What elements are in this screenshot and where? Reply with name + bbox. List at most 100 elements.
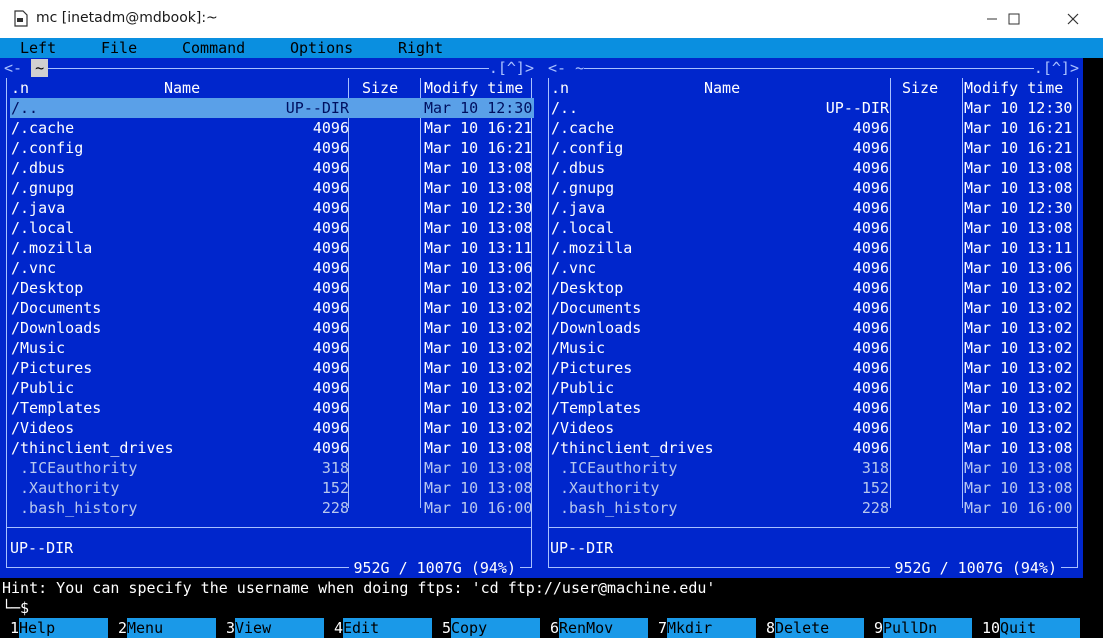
file-row[interactable]: /.. UP--DIR Mar 10 12:30 [10,98,534,118]
file-row[interactable]: /.java 4096 Mar 10 12:30 [10,198,534,218]
file-row[interactable]: /Music 4096 Mar 10 13:02 [10,338,534,358]
file-row[interactable]: /Templates 4096 Mar 10 13:02 [10,398,534,418]
file-row[interactable]: /Public 4096 Mar 10 13:02 [550,378,1074,398]
file-modified: Mar 10 13:02 [424,379,533,397]
file-row[interactable]: /Music 4096 Mar 10 13:02 [550,338,1074,358]
file-name: /Desktop [551,279,624,297]
fkey-renmov-button[interactable]: 6 RenMov [550,618,650,638]
command-prompt[interactable]: └─$ [0,598,1103,618]
fkey-number: 8 [766,619,776,637]
fkey-label: View [235,618,324,638]
file-modified: Mar 10 13:08 [964,459,1073,477]
menu-right[interactable]: Right [398,38,443,58]
file-row[interactable]: .bash_history 228 Mar 10 16:00 [10,498,534,518]
fkey-mkdir-button[interactable]: 7 Mkdir [658,618,758,638]
terminal-area[interactable]: Left File Command Options Right <- ~ .[^… [0,38,1103,638]
fkey-quit-button[interactable]: 10 Quit [982,618,1082,638]
window-titlebar: mc [inetadm@mdbook]:~ [0,0,1103,38]
file-row[interactable]: /.gnupg 4096 Mar 10 13:08 [10,178,534,198]
file-row[interactable]: /.. UP--DIR Mar 10 12:30 [550,98,1074,118]
file-row[interactable]: /Videos 4096 Mar 10 13:02 [10,418,534,438]
menu-command[interactable]: Command [182,38,245,58]
file-row[interactable]: /.local 4096 Mar 10 13:08 [10,218,534,238]
sort-indicator[interactable]: .n [11,78,29,98]
file-row[interactable]: /Videos 4096 Mar 10 13:02 [550,418,1074,438]
file-row[interactable]: /.dbus 4096 Mar 10 13:08 [550,158,1074,178]
file-row[interactable]: /Pictures 4096 Mar 10 13:02 [550,358,1074,378]
file-modified: Mar 10 13:08 [424,159,533,177]
file-row[interactable]: /.mozilla 4096 Mar 10 13:11 [550,238,1074,258]
left-panel-path-active: ~ [31,59,49,77]
file-row[interactable]: /Documents 4096 Mar 10 13:02 [550,298,1074,318]
file-row[interactable]: /.config 4096 Mar 10 16:21 [10,138,534,158]
maximize-button[interactable] [991,0,1037,38]
menu-left[interactable]: Left [20,38,56,58]
left-panel-history-button[interactable]: .[^]> [488,58,534,78]
menu-options[interactable]: Options [290,38,353,58]
column-header-name[interactable]: Name [704,78,740,98]
file-row[interactable]: /Downloads 4096 Mar 10 13:02 [550,318,1074,338]
fkey-number: 1 [10,619,20,637]
file-row[interactable]: /.vnc 4096 Mar 10 13:06 [550,258,1074,278]
file-row[interactable]: /Pictures 4096 Mar 10 13:02 [10,358,534,378]
fkey-label: Quit [1000,618,1080,638]
file-row[interactable]: /Public 4096 Mar 10 13:02 [10,378,534,398]
fkey-help-button[interactable]: 1 Help [10,618,110,638]
fkey-copy-button[interactable]: 5 Copy [442,618,542,638]
column-header-size[interactable]: Size [902,78,938,98]
file-row[interactable]: /Desktop 4096 Mar 10 13:02 [550,278,1074,298]
file-modified: Mar 10 13:02 [424,339,533,357]
file-modified: Mar 10 16:21 [424,139,533,157]
menu-file[interactable]: File [101,38,137,58]
fkey-menu-button[interactable]: 2 Menu [118,618,218,638]
file-modified: Mar 10 13:02 [964,299,1073,317]
file-row[interactable]: /.gnupg 4096 Mar 10 13:08 [550,178,1074,198]
file-modified: Mar 10 13:08 [424,219,533,237]
left-panel[interactable]: <- ~ .[^]> .n Name Size Modify time /.. U… [0,58,540,578]
file-row[interactable]: /.vnc 4096 Mar 10 13:06 [10,258,534,278]
hint-line: Hint: You can specify the username when … [2,579,716,597]
close-button[interactable] [1050,0,1096,38]
fkey-number: 7 [658,619,668,637]
column-header-modify[interactable]: Modify time [964,78,1063,98]
file-modified: Mar 10 16:00 [424,499,533,517]
file-row[interactable]: .Xauthority 152 Mar 10 13:08 [10,478,534,498]
file-row[interactable]: .ICEauthority 318 Mar 10 13:08 [10,458,534,478]
file-modified: Mar 10 13:08 [424,439,533,457]
file-size: 4096 [852,119,889,137]
file-row[interactable]: /thinclient_drives 4096 Mar 10 13:08 [10,438,534,458]
sort-indicator[interactable]: .n [551,78,569,98]
file-row[interactable]: .Xauthority 152 Mar 10 13:08 [550,478,1074,498]
file-row[interactable]: /.config 4096 Mar 10 16:21 [550,138,1074,158]
file-row[interactable]: /.java 4096 Mar 10 12:30 [550,198,1074,218]
file-row[interactable]: .bash_history 228 Mar 10 16:00 [550,498,1074,518]
fkey-pulldn-button[interactable]: 9 PullDn [874,618,974,638]
fkey-number: 2 [118,619,128,637]
fkey-delete-button[interactable]: 8 Delete [766,618,866,638]
file-row[interactable]: /Desktop 4096 Mar 10 13:02 [10,278,534,298]
fkey-edit-button[interactable]: 4 Edit [334,618,434,638]
file-row[interactable]: .ICEauthority 318 Mar 10 13:08 [550,458,1074,478]
file-size: 4096 [852,399,889,417]
column-header-size[interactable]: Size [362,78,398,98]
file-row[interactable]: /Templates 4096 Mar 10 13:02 [550,398,1074,418]
file-row[interactable]: /.cache 4096 Mar 10 16:21 [10,118,534,138]
right-panel-history-button[interactable]: .[^]> [1033,58,1079,78]
file-row[interactable]: /thinclient_drives 4096 Mar 10 13:08 [550,438,1074,458]
file-row[interactable]: /.dbus 4096 Mar 10 13:08 [10,158,534,178]
file-modified: Mar 10 13:08 [964,159,1073,177]
file-name: /.gnupg [551,179,615,197]
right-panel-path[interactable]: <- ~ [548,58,585,78]
column-header-modify[interactable]: Modify time [424,78,523,98]
file-row[interactable]: /.local 4096 Mar 10 13:08 [550,218,1074,238]
column-header-name[interactable]: Name [164,78,200,98]
file-name: /Public [551,379,615,397]
file-row[interactable]: /.mozilla 4096 Mar 10 13:11 [10,238,534,258]
fkey-view-button[interactable]: 3 View [226,618,326,638]
left-panel-path[interactable]: <- ~ [4,58,49,78]
file-row[interactable]: /Documents 4096 Mar 10 13:02 [10,298,534,318]
right-panel[interactable]: <- ~ .[^]> .n Name Size Modify time /.. U… [540,58,1083,578]
fkey-number: 5 [442,619,452,637]
file-row[interactable]: /Downloads 4096 Mar 10 13:02 [10,318,534,338]
file-row[interactable]: /.cache 4096 Mar 10 16:21 [550,118,1074,138]
